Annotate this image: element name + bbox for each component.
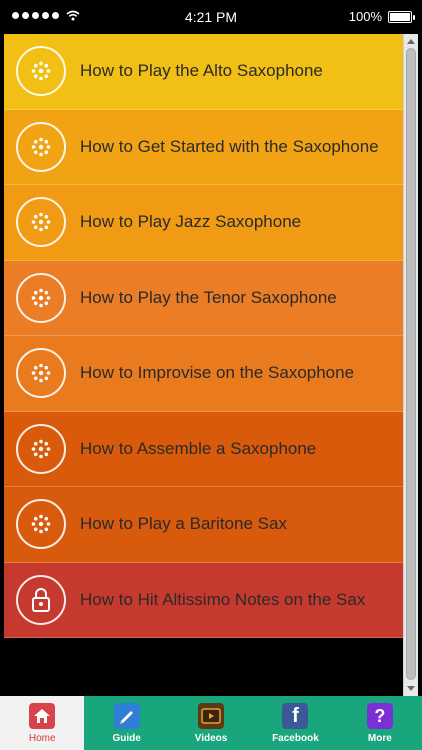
facebook-icon: f	[282, 703, 309, 729]
scroll-down-arrow-icon[interactable]	[407, 686, 415, 691]
tab-bar: Home Guide Videos f Facebook ? More	[0, 696, 422, 750]
more-icon: ?	[366, 703, 393, 729]
tab-home[interactable]: Home	[0, 696, 85, 750]
main-content: How to Play the Alto Saxophone How to Ge…	[4, 34, 418, 696]
tab-videos[interactable]: Videos	[169, 696, 253, 750]
sax-dots-icon	[16, 121, 66, 172]
list-item-label: How to Play a Baritone Sax	[80, 514, 287, 534]
sax-dots-icon	[16, 197, 66, 248]
tab-label: Videos	[194, 733, 228, 744]
list-item[interactable]: How to Play a Baritone Sax	[4, 487, 403, 563]
battery-percent: 100%	[348, 9, 382, 24]
videos-icon	[198, 703, 225, 729]
tab-facebook[interactable]: f Facebook	[253, 696, 337, 750]
list-item[interactable]: How to Play the Alto Saxophone	[4, 34, 403, 110]
scroll-thumb[interactable]	[406, 48, 416, 680]
list-item-label: How to Improvise on the Saxophone	[80, 363, 355, 383]
list-item-label: How to Assemble a Saxophone	[80, 438, 317, 458]
scroll-up-arrow-icon[interactable]	[407, 39, 415, 44]
tab-label: Home	[28, 733, 56, 744]
sax-dots-icon	[16, 348, 66, 399]
battery-indicator: 100%	[348, 9, 415, 24]
list-item[interactable]: How to Get Started with the Saxophone	[4, 109, 403, 185]
tab-guide[interactable]: Guide	[84, 696, 168, 750]
list-item-label: How to Hit Altissimo Notes on the Sax	[80, 589, 366, 609]
list-item[interactable]: How to Hit Altissimo Notes on the Sax	[4, 562, 403, 638]
status-bar: 4:21 PM 100%	[0, 0, 422, 34]
tab-more[interactable]: ? More	[338, 696, 422, 750]
battery-icon	[388, 10, 415, 23]
tab-label: More	[367, 733, 392, 744]
sax-dots-icon	[16, 423, 66, 474]
list-item-label: How to Play the Tenor Saxophone	[80, 287, 337, 307]
list-item-label: How to Play the Alto Saxophone	[80, 61, 323, 81]
sax-dots-icon	[16, 272, 66, 323]
scrollbar[interactable]	[403, 34, 418, 696]
list-item-label: How to Get Started with the Saxophone	[80, 136, 379, 156]
home-icon	[29, 703, 56, 729]
list-item[interactable]: How to Play the Tenor Saxophone	[4, 260, 403, 336]
sax-dots-icon	[16, 46, 66, 97]
guide-icon	[113, 703, 140, 729]
tab-label: Guide	[112, 733, 141, 744]
tab-label: Facebook	[272, 733, 319, 744]
list-item[interactable]: How to Improvise on the Saxophone	[4, 336, 403, 412]
topic-list: How to Play the Alto Saxophone How to Ge…	[4, 34, 403, 638]
list-item[interactable]: How to Assemble a Saxophone	[4, 411, 403, 487]
sax-dots-icon	[16, 499, 66, 550]
list-item[interactable]: How to Play Jazz Saxophone	[4, 185, 403, 261]
lock-icon	[16, 574, 66, 625]
list-item-label: How to Play Jazz Saxophone	[80, 212, 302, 232]
